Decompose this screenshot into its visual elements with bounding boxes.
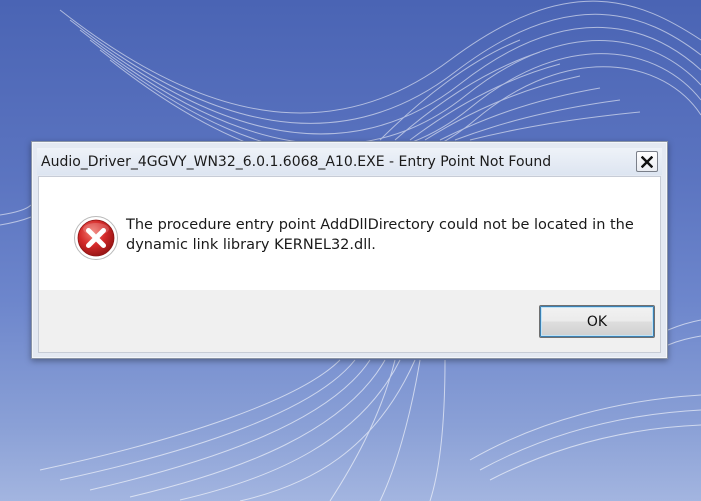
message-area: The procedure entry point AddDllDirector… [39, 177, 660, 290]
close-icon [641, 155, 653, 168]
dialog-body: The procedure entry point AddDllDirector… [38, 176, 661, 353]
error-dialog: Audio_Driver_4GGVY_WN32_6.0.1.6068_A10.E… [31, 141, 668, 359]
dialog-title: Audio_Driver_4GGVY_WN32_6.0.1.6068_A10.E… [41, 154, 552, 170]
dialog-titlebar[interactable]: Audio_Driver_4GGVY_WN32_6.0.1.6068_A10.E… [37, 148, 662, 175]
ok-button[interactable]: OK [539, 305, 655, 338]
error-message: The procedure entry point AddDllDirector… [126, 217, 634, 253]
close-button[interactable] [636, 151, 658, 172]
error-icon [74, 216, 118, 260]
